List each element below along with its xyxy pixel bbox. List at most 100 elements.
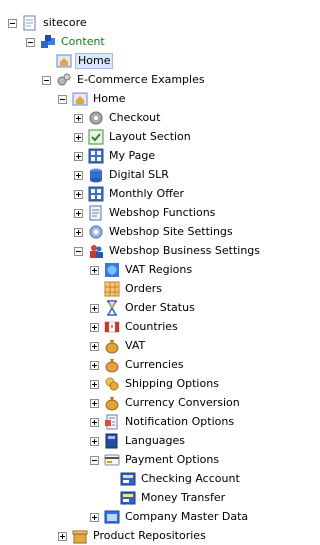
tree-node-content[interactable]: Content xyxy=(26,33,107,51)
tree-node-home-top[interactable]: Home xyxy=(42,52,114,70)
tree-node-currency-conversion[interactable]: Currency Conversion xyxy=(90,394,242,412)
tree-node-webshop-business-settings[interactable]: Webshop Business Settings xyxy=(74,242,262,260)
tree-node-label[interactable]: Order Status xyxy=(123,300,197,316)
expand-toggle[interactable] xyxy=(58,531,67,541)
tree-node-label[interactable]: sitecore xyxy=(41,15,89,31)
tree-node-label[interactable]: My Page xyxy=(107,148,157,164)
money-bag-icon xyxy=(104,357,120,373)
expand-toggle[interactable] xyxy=(90,265,99,275)
collapse-toggle[interactable] xyxy=(8,18,17,28)
collapse-toggle[interactable] xyxy=(74,246,83,256)
tree-node-label[interactable]: Webshop Site Settings xyxy=(107,224,235,240)
tree-node-label[interactable]: Monthly Offer xyxy=(107,186,186,202)
expand-toggle[interactable] xyxy=(90,417,99,427)
tree-node-label[interactable]: VAT xyxy=(123,338,147,354)
expand-toggle[interactable] xyxy=(90,360,99,370)
tree-node-label[interactable]: Checking Account xyxy=(139,471,242,487)
document-icon xyxy=(22,15,38,31)
cart-gear-icon xyxy=(88,110,104,126)
tree-node-label[interactable]: Content xyxy=(59,34,107,50)
money-bag-icon xyxy=(104,395,120,411)
tree-node-label[interactable]: Payment Options xyxy=(123,452,221,468)
expand-toggle[interactable] xyxy=(74,113,83,123)
expand-toggle[interactable] xyxy=(74,132,83,142)
expand-toggle[interactable] xyxy=(74,227,83,237)
tree-node-vat[interactable]: VAT xyxy=(90,337,147,355)
content-cubes-icon xyxy=(40,34,56,50)
expand-toggle[interactable] xyxy=(74,151,83,161)
expand-toggle[interactable] xyxy=(90,512,99,522)
account-card-icon xyxy=(120,471,136,487)
flag-icon xyxy=(104,319,120,335)
tree-node-product-repositories[interactable]: Product Repositories xyxy=(58,527,208,545)
tree-node-label[interactable]: Home xyxy=(91,91,127,107)
tree-node-label[interactable]: Company Master Data xyxy=(123,509,250,525)
payment-card-icon xyxy=(104,452,120,468)
tree-node-monthly-offer[interactable]: Monthly Offer xyxy=(74,185,186,203)
tree-node-checking-account[interactable]: Checking Account xyxy=(106,470,242,488)
gears-icon xyxy=(56,72,72,88)
tree-node-label[interactable]: Layout Section xyxy=(107,129,193,145)
orders-grid-icon xyxy=(104,281,120,297)
product-cylinder-icon xyxy=(88,167,104,183)
tree-node-label[interactable]: Product Repositories xyxy=(91,528,208,544)
expand-toggle[interactable] xyxy=(90,398,99,408)
tree-node-label[interactable]: E-Commerce Examples xyxy=(75,72,207,88)
expand-toggle[interactable] xyxy=(74,170,83,180)
globe-icon xyxy=(104,262,120,278)
tree-node-label[interactable]: Languages xyxy=(123,433,187,449)
expand-toggle[interactable] xyxy=(74,208,83,218)
tree-node-home[interactable]: Home xyxy=(58,90,127,108)
tree-node-label[interactable]: Notification Options xyxy=(123,414,236,430)
tree-node-label[interactable]: Orders xyxy=(123,281,164,297)
tree-node-digital-slr[interactable]: Digital SLR xyxy=(74,166,171,184)
tree-node-label[interactable]: Money Transfer xyxy=(139,490,227,506)
collapse-toggle[interactable] xyxy=(26,37,35,47)
collapse-toggle[interactable] xyxy=(90,455,99,465)
tree-node-my-page[interactable]: My Page xyxy=(74,147,157,165)
tree-node-label[interactable]: Currencies xyxy=(123,357,186,373)
tree-node-label[interactable]: Digital SLR xyxy=(107,167,171,183)
tree-node-webshop-functions[interactable]: Webshop Functions xyxy=(74,204,217,222)
tree-node-label[interactable]: Countries xyxy=(123,319,180,335)
tree-node-label[interactable]: Home xyxy=(75,53,114,69)
tree-node-checkout[interactable]: Checkout xyxy=(74,109,162,127)
expand-toggle[interactable] xyxy=(74,189,83,199)
tree-node-sitecore[interactable]: sitecore xyxy=(8,14,89,32)
tree-node-label[interactable]: Webshop Business Settings xyxy=(107,243,262,259)
tree-node-money-transfer[interactable]: Money Transfer xyxy=(106,489,227,507)
tree-node-countries[interactable]: Countries xyxy=(90,318,180,336)
tree-node-webshop-site-settings[interactable]: Webshop Site Settings xyxy=(74,223,235,241)
tree-node-currencies[interactable]: Currencies xyxy=(90,356,186,374)
account-card-icon xyxy=(120,490,136,506)
expand-toggle[interactable] xyxy=(90,341,99,351)
tree-node-vat-regions[interactable]: VAT Regions xyxy=(90,261,194,279)
expand-toggle[interactable] xyxy=(90,379,99,389)
tree-node-label[interactable]: Webshop Functions xyxy=(107,205,217,221)
tree-node-label[interactable]: Checkout xyxy=(107,110,162,126)
settings-gear-icon xyxy=(88,224,104,240)
tree-node-orders[interactable]: Orders xyxy=(90,280,164,298)
tree-node-notification-options[interactable]: Notification Options xyxy=(90,413,236,431)
company-window-icon xyxy=(104,509,120,525)
expand-toggle[interactable] xyxy=(90,436,99,446)
expand-toggle[interactable] xyxy=(90,322,99,332)
tree-node-shipping-options[interactable]: Shipping Options xyxy=(90,375,221,393)
tree-node-ecommerce-examples[interactable]: E-Commerce Examples xyxy=(42,71,207,89)
expand-toggle[interactable] xyxy=(90,303,99,313)
collapse-toggle[interactable] xyxy=(42,75,51,85)
language-book-icon xyxy=(104,433,120,449)
home-icon xyxy=(72,91,88,107)
functions-document-icon xyxy=(88,205,104,221)
tree-node-payment-options[interactable]: Payment Options xyxy=(90,451,221,469)
tree-node-label[interactable]: VAT Regions xyxy=(123,262,194,278)
tree-node-label[interactable]: Currency Conversion xyxy=(123,395,242,411)
tree-node-layout-section[interactable]: Layout Section xyxy=(74,128,193,146)
tree-node-languages[interactable]: Languages xyxy=(90,432,187,450)
repository-box-icon xyxy=(72,528,88,544)
tree-node-company-master-data[interactable]: Company Master Data xyxy=(90,508,250,526)
collapse-toggle[interactable] xyxy=(58,94,67,104)
tree-node-label[interactable]: Shipping Options xyxy=(123,376,221,392)
tree-node-order-status[interactable]: Order Status xyxy=(90,299,197,317)
notification-document-icon xyxy=(104,414,120,430)
